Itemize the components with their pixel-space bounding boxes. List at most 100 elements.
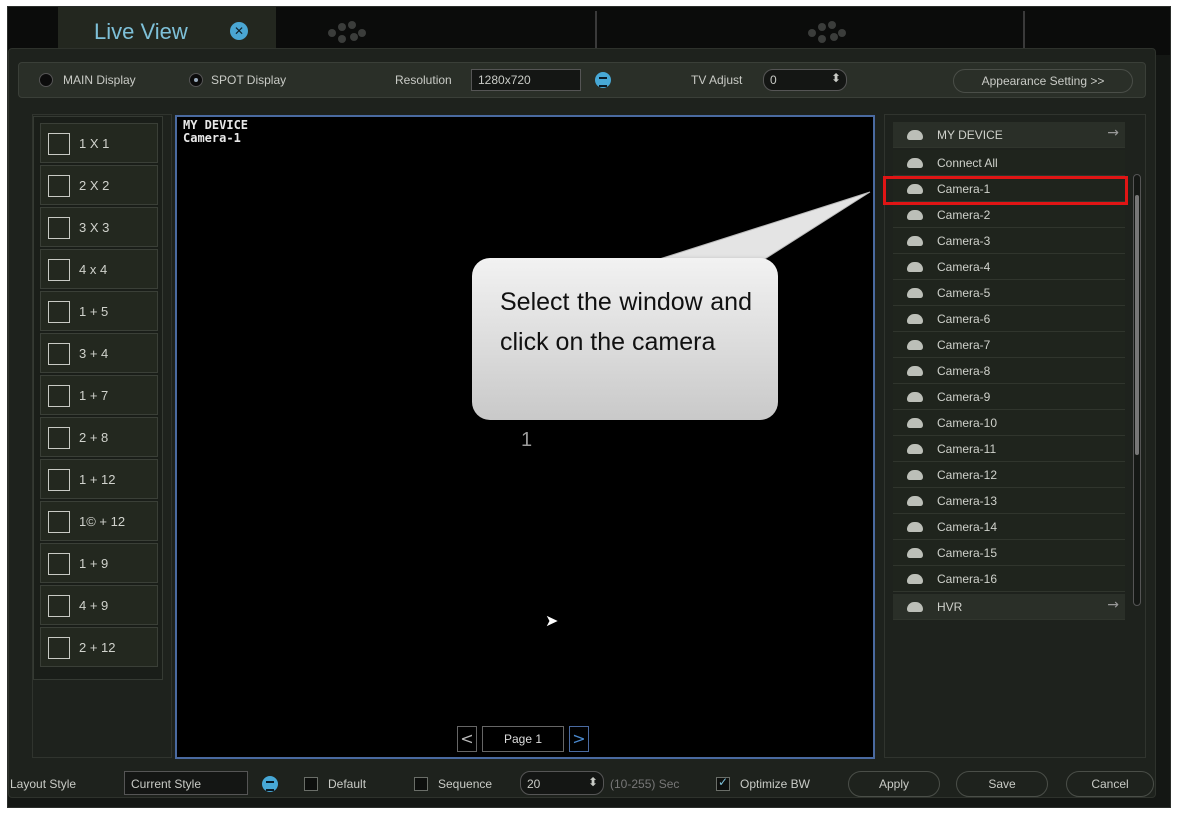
layout-button[interactable]: 1 + 9	[40, 543, 158, 583]
grid-layout-icon	[48, 301, 70, 323]
layout-label: 1© + 12	[79, 514, 126, 529]
tree-item-camera[interactable]: Camera-12	[893, 462, 1125, 488]
layout-button[interactable]: 1 + 5	[40, 291, 158, 331]
layout-label: 2 + 12	[79, 640, 116, 655]
grid-layout-icon	[48, 553, 70, 575]
layout-button[interactable]: 3 + 4	[40, 333, 158, 373]
main-display-label: MAIN Display	[63, 73, 136, 87]
tree-item-camera[interactable]: Camera-14	[893, 514, 1125, 540]
tree-item-camera[interactable]: Camera-4	[893, 254, 1125, 280]
tree-item-camera[interactable]: Camera-3	[893, 228, 1125, 254]
camera-icon	[907, 210, 923, 220]
main-display-radio[interactable]	[39, 73, 53, 87]
grid-layout-icon	[48, 133, 70, 155]
tab-separator	[595, 11, 597, 51]
apply-button[interactable]: Apply	[848, 771, 940, 797]
camera-icon	[907, 392, 923, 402]
close-icon[interactable]: ✕	[230, 22, 248, 40]
camera-icon	[907, 236, 923, 246]
tree-item-label: Camera-4	[937, 260, 991, 274]
prev-page-button[interactable]: <	[457, 726, 477, 752]
instruction-callout: Select the window and click on the camer…	[472, 258, 778, 420]
camera-icon	[907, 158, 923, 168]
tree-group-my-device[interactable]: MY DEVICE →	[893, 122, 1125, 148]
tab-separator	[1023, 11, 1025, 51]
camera-icon	[907, 548, 923, 558]
camera-icon	[907, 496, 923, 506]
grid-layout-icon	[48, 175, 70, 197]
layout-button[interactable]: 4 x 4	[40, 249, 158, 289]
tree-item-label: Camera-10	[937, 416, 998, 430]
layout-button[interactable]: 1© + 12	[40, 501, 158, 541]
layout-button[interactable]: 2 + 8	[40, 417, 158, 457]
layout-button[interactable]: 1 X 1	[40, 123, 158, 163]
layout-button[interactable]: 1 + 7	[40, 375, 158, 415]
grid-layout-icon	[48, 637, 70, 659]
grid-layout-icon	[48, 217, 70, 239]
layout-style-dropdown-icon[interactable]	[262, 776, 278, 792]
logo-dots-icon	[328, 17, 368, 47]
camera-icon	[907, 522, 923, 532]
camera-icon	[907, 444, 923, 454]
tree-item-camera[interactable]: Camera-16	[893, 566, 1125, 592]
layout-list: 1 X 1 2 X 2 3 X 3 4 x 4 1 + 5 3 + 4 1 + 7 2 + 8…	[33, 116, 163, 680]
tree-item-camera[interactable]: Camera-7	[893, 332, 1125, 358]
layout-label: 3 X 3	[79, 220, 110, 235]
spot-display-radio[interactable]	[189, 73, 203, 87]
arrow-right-icon[interactable]: →	[1107, 597, 1119, 613]
tree-item-camera[interactable]: Camera-13	[893, 488, 1125, 514]
sequence-range: (10-255) Sec	[610, 777, 680, 791]
tree-item-label: HVR	[937, 600, 963, 614]
resolution-dropdown-icon[interactable]	[595, 72, 611, 88]
callout-text: Select the window and click on the camer…	[500, 288, 752, 356]
tree-item-camera[interactable]: Camera-5	[893, 280, 1125, 306]
layout-button[interactable]: 1 + 12	[40, 459, 158, 499]
grid-layout-icon	[48, 427, 70, 449]
resolution-select[interactable]: 1280x720	[471, 69, 581, 91]
camera-icon	[907, 314, 923, 324]
optimize-bw-checkbox[interactable]	[716, 775, 730, 791]
camera-icon	[907, 288, 923, 298]
device-icon	[907, 130, 923, 140]
save-button[interactable]: Save	[956, 771, 1048, 797]
tree-item-camera[interactable]: Camera-8	[893, 358, 1125, 384]
layout-button[interactable]: 3 X 3	[40, 207, 158, 247]
tree-item-label: MY DEVICE	[937, 128, 1003, 142]
layout-label: 1 + 7	[79, 388, 109, 403]
mouse-cursor-icon: ➤	[545, 611, 559, 630]
layout-label: 4 + 9	[79, 598, 109, 613]
logo-dots-icon	[808, 17, 848, 47]
tree-item-label: Camera-16	[937, 572, 998, 586]
page-label: Page 1	[482, 726, 564, 752]
layout-style-select[interactable]: Current Style	[124, 771, 248, 795]
cancel-button[interactable]: Cancel	[1066, 771, 1154, 797]
tree-item-camera[interactable]: Camera-15	[893, 540, 1125, 566]
grid-layout-icon	[48, 595, 70, 617]
tree-item-camera[interactable]: Camera-11	[893, 436, 1125, 462]
tree-item-label: Camera-5	[937, 286, 991, 300]
tree-item-camera[interactable]: Camera-6	[893, 306, 1125, 332]
layout-button[interactable]: 4 + 9	[40, 585, 158, 625]
appearance-setting-button[interactable]: Appearance Setting >>	[953, 69, 1133, 93]
pager: < Page 1 >	[457, 726, 592, 752]
arrow-right-icon[interactable]: →	[1107, 125, 1119, 141]
layout-button[interactable]: 2 X 2	[40, 165, 158, 205]
scrollbar-thumb[interactable]	[1135, 195, 1139, 455]
sequence-checkbox[interactable]	[414, 777, 428, 791]
tree-item-camera[interactable]: Camera-9	[893, 384, 1125, 410]
stepper-arrows-icon[interactable]: ⬍	[831, 71, 841, 85]
layout-label: 1 + 9	[79, 556, 109, 571]
layout-label: 1 + 5	[79, 304, 109, 319]
tv-adjust-label: TV Adjust	[691, 73, 743, 87]
next-page-button[interactable]: >	[569, 726, 589, 752]
tree-item-connect-all[interactable]: Connect All	[893, 150, 1125, 176]
stepper-arrows-icon[interactable]: ⬍	[588, 775, 598, 789]
layout-button[interactable]: 2 + 12	[40, 627, 158, 667]
grid-layout-icon	[48, 469, 70, 491]
default-checkbox[interactable]	[304, 777, 318, 791]
tree-item-label: Camera-8	[937, 364, 991, 378]
tree-group-hvr[interactable]: HVR →	[893, 594, 1125, 620]
device-tree-scrollbar[interactable]	[1133, 174, 1141, 606]
tree-item-camera[interactable]: Camera-10	[893, 410, 1125, 436]
tree-item-camera[interactable]: Camera-2	[893, 202, 1125, 228]
